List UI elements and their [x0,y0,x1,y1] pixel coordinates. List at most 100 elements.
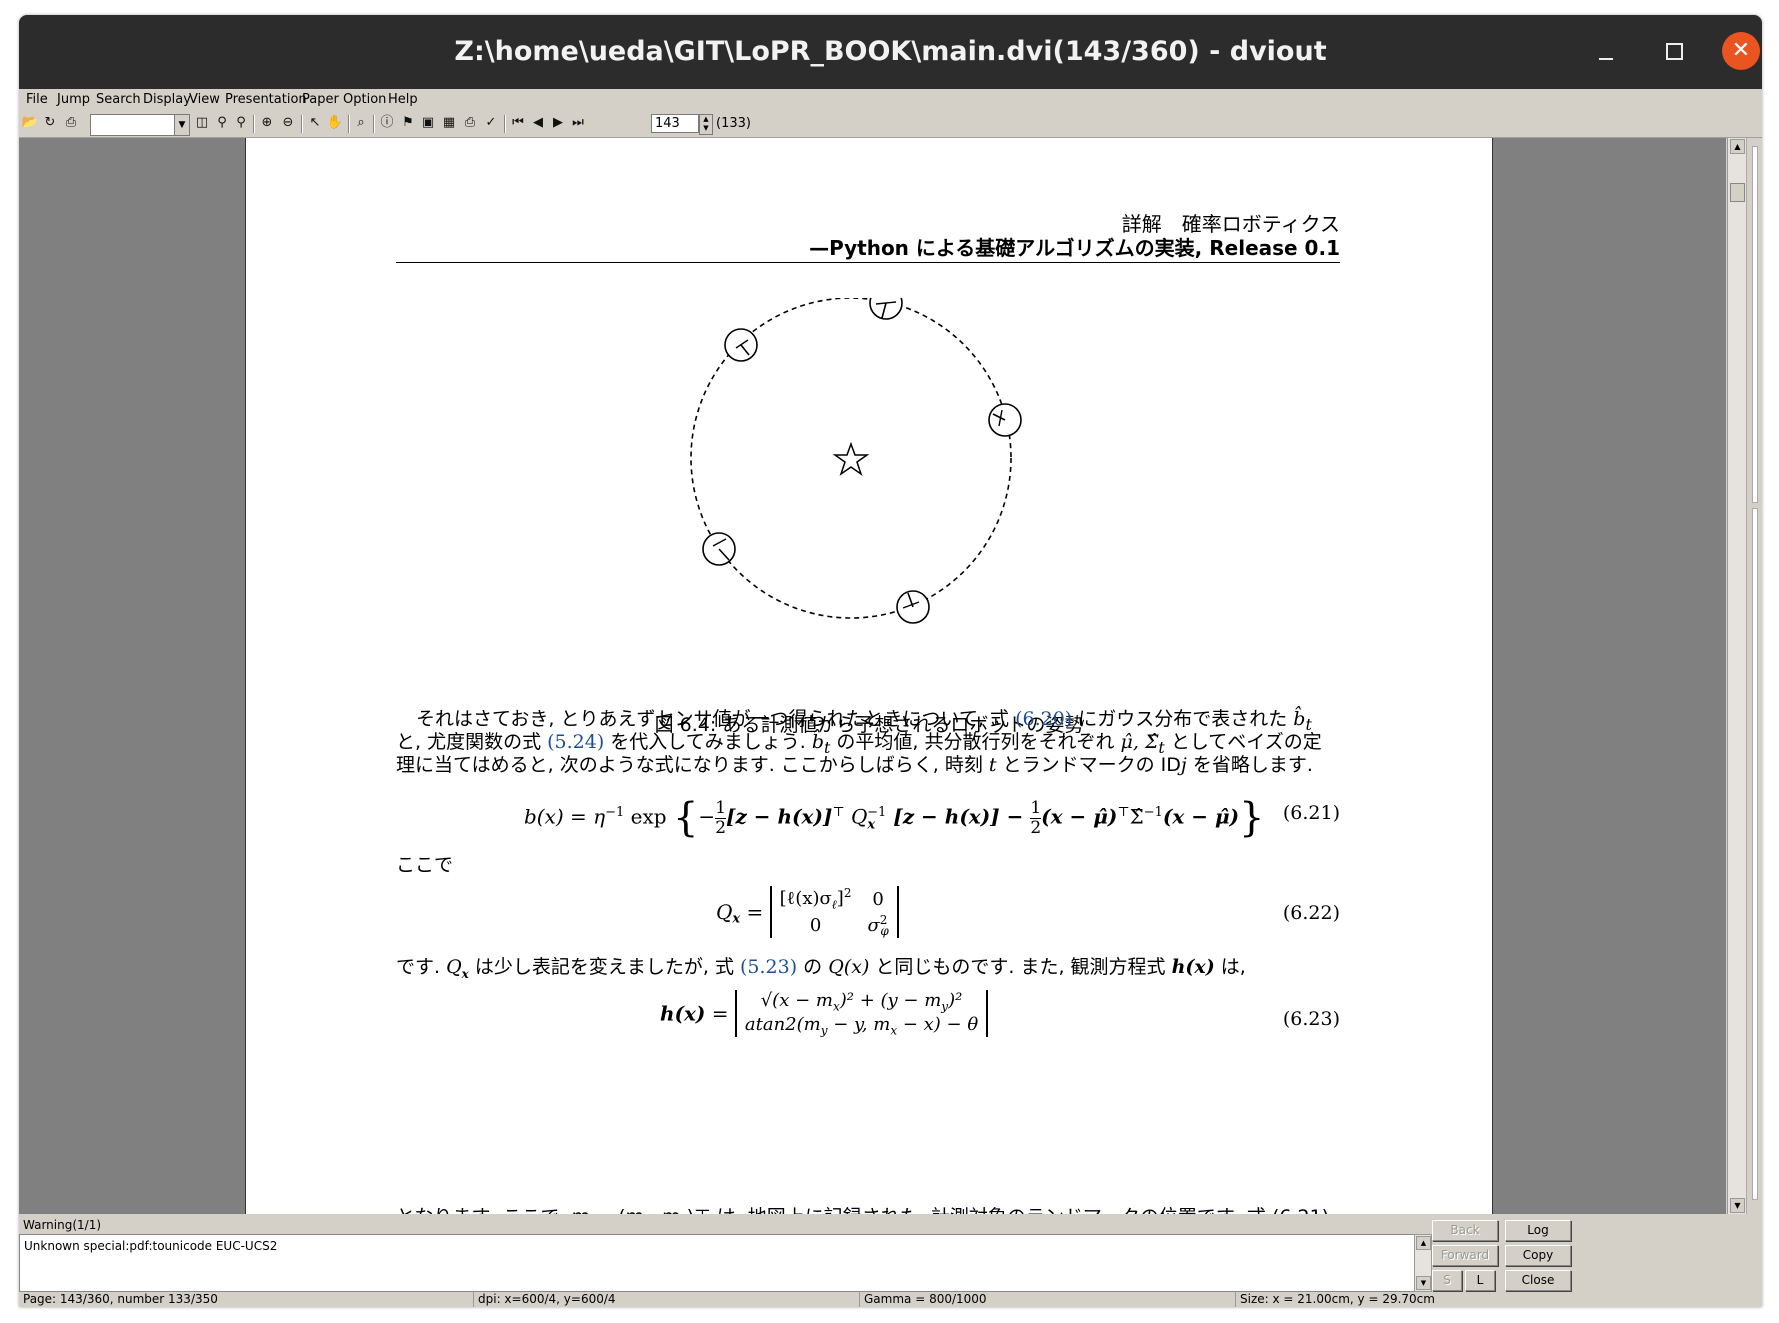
status-gamma: Gamma = 800/1000 [859,1291,987,1307]
status-size: Size: x = 21.00cm, y = 29.70cm [1235,1291,1435,1307]
zoom-in-icon[interactable]: ⊕ [258,114,276,132]
l-button[interactable]: L [1465,1270,1495,1291]
math-run: Σ̂ [1129,804,1144,829]
scroll-down-icon[interactable]: ▼ [1416,1276,1431,1290]
text-koko-de: ここで [396,854,454,876]
prev-page-icon[interactable]: ◀ [529,114,547,132]
menu-file[interactable]: File [26,92,48,107]
math-run: Q [446,956,462,978]
paragraph-3-cut: となります. ここで, m = (m , m )⊤ は, 地図上に記録された, … [396,1202,1340,1214]
select-icon[interactable]: ↖ [306,114,324,132]
close-window-button[interactable]: ✕ [1722,32,1760,70]
math-sub: y [820,1023,828,1038]
back-button[interactable]: Back [1432,1220,1498,1241]
paragraph-1-line-3: 理に当てはめると, 次のような式になります. ここからしばらく, 時刻 t とラ… [396,750,1340,777]
equation-ref-link[interactable]: (5.23) [740,956,797,978]
warning-scrollbar[interactable]: ▲ ▼ [1414,1234,1432,1292]
grid-icon[interactable]: ▦ [440,114,458,132]
page-number-input[interactable] [651,114,699,133]
first-page-icon[interactable]: ⏮ [509,114,527,132]
toolbar: 📂 ↻ ⎙ ▼ ◫ ⚲ ⚲ ⊕ ⊖ ↖ ✋ ⌕ ⓘ ⚑ ▣ ▦ ⎙ ✓ ⏮ ◀ … [19,111,1762,138]
reload-icon[interactable]: ↻ [41,114,59,132]
menu-view[interactable]: View [189,92,220,107]
close-button[interactable]: Close [1505,1270,1571,1291]
menu-paper[interactable]: Paper [302,92,339,107]
search-next-icon[interactable]: ⚲ [232,114,250,132]
math-run: Q [844,804,868,829]
search-icon[interactable]: ⚲ [213,114,231,132]
math-run: − y, m [827,1013,891,1035]
frac-den: 2 [1030,817,1042,838]
magnifier-icon[interactable]: ⌕ [352,114,370,132]
maximize-button[interactable] [1655,32,1693,70]
math-sup: 2 [843,886,852,900]
math-sup: −1 [867,805,887,820]
info-icon[interactable]: ⓘ [378,114,396,132]
math-fraction: 12 [715,798,727,838]
title-bar: Z:\home\ueda\GIT\LoPR_BOOK\main.dvi(143/… [19,15,1762,89]
frac-num: 1 [1030,797,1042,818]
scroll-up-icon[interactable]: ▲ [1730,139,1745,154]
equation-6-21: b(x) = η−1 exp {− 1 2 [z − h(x)]⊤ Qx−1 [z −… [396,786,1340,842]
math-run: − x) − θ [897,1013,979,1035]
open-icon[interactable]: 📂 [21,114,39,132]
scroll-down-icon[interactable]: ▼ [1730,1198,1745,1213]
menu-search[interactable]: Search [96,92,141,107]
menu-presentation[interactable]: Presentation [225,92,307,107]
check-icon[interactable]: ✓ [482,114,500,132]
toolbar-divider [253,115,255,133]
math-run: h(x) [660,1001,706,1026]
hand-icon[interactable]: ✋ [326,114,344,132]
frac-den: 2 [715,817,727,838]
page-scrollbar[interactable]: ▲ ▼ [1727,138,1746,1214]
menu-jump[interactable]: Jump [57,92,90,107]
menu-help[interactable]: Help [388,92,418,107]
next-page-icon[interactable]: ▶ [549,114,567,132]
warning-log[interactable]: Unknown special:pdf:tounicode EUC-UCS2 [19,1234,1414,1292]
minimize-button[interactable] [1587,32,1625,70]
dviout-window: Z:\home\ueda\GIT\LoPR_BOOK\main.dvi(143/… [19,15,1762,1307]
bookmark-icon[interactable]: ⚑ [399,114,417,132]
last-page-icon[interactable]: ⏭ [569,114,587,132]
menu-option[interactable]: Option [343,92,386,107]
robot-pose-figure [690,298,1022,624]
printer-icon[interactable]: ⎙ [461,114,479,132]
text-run: は, [1214,956,1246,978]
math-sup: ⊤ [832,805,845,820]
scroll-up-icon[interactable]: ▲ [1416,1236,1431,1250]
forward-button[interactable]: Forward [1432,1245,1498,1266]
scroll-thumb[interactable] [1730,183,1745,202]
font-combo[interactable]: ▼ [90,114,190,136]
page-spinner[interactable]: ▲ ▼ [699,114,713,135]
print-icon[interactable]: ⎙ [62,114,80,132]
frame-icon[interactable]: ▣ [419,114,437,132]
chevron-down-icon[interactable]: ▼ [174,115,189,135]
page-setup-icon[interactable]: ◫ [193,114,211,132]
copy-button[interactable]: Copy [1505,1245,1571,1266]
running-header-subtitle: —Python による基礎アルゴリズムの実装, Release 0.1 [809,236,1340,260]
zoom-out-icon[interactable]: ⊖ [279,114,297,132]
math-run: − [698,804,716,829]
math-brace: } [1239,795,1265,842]
text-run: 理に当てはめると, 次のような式になります. ここからしばらく, 時刻 [396,754,989,776]
status-page: Page: 143/360, number 133/350 [23,1292,218,1306]
text-run: は少し表記を変えましたが, 式 [468,956,740,978]
equation-6-22: Qx = [ℓ(x)σℓ]2 0 0 σ2φ (6.22) [396,886,1340,942]
landmark-star-icon [832,441,870,476]
text-run: と同じものです. また, 観測方程式 [869,956,1172,978]
toolbar-divider [301,115,303,133]
math-run: b(x) = η [524,804,606,829]
math-sub: x [832,999,840,1014]
observation-vector: √(x − mx)² + (y − m y)² atan2(my − y, mx … [734,990,989,1038]
robot-pose-icon [896,590,930,624]
window-title: Z:\home\ueda\GIT\LoPR_BOOK\main.dvi(143/… [454,36,1327,67]
log-button[interactable]: Log [1505,1220,1571,1241]
document-viewer[interactable]: 詳解 確率ロボティクス —Python による基礎アルゴリズムの実装, Rele… [19,138,1726,1214]
math-sub: x [461,966,469,981]
robot-pose-icon [988,403,1022,437]
math-sub: x [732,911,741,927]
s-button[interactable]: S [1432,1270,1462,1291]
menu-display[interactable]: Display [143,92,191,107]
toolbar-divider [504,115,506,133]
page-position-slider[interactable] [1746,138,1762,1214]
